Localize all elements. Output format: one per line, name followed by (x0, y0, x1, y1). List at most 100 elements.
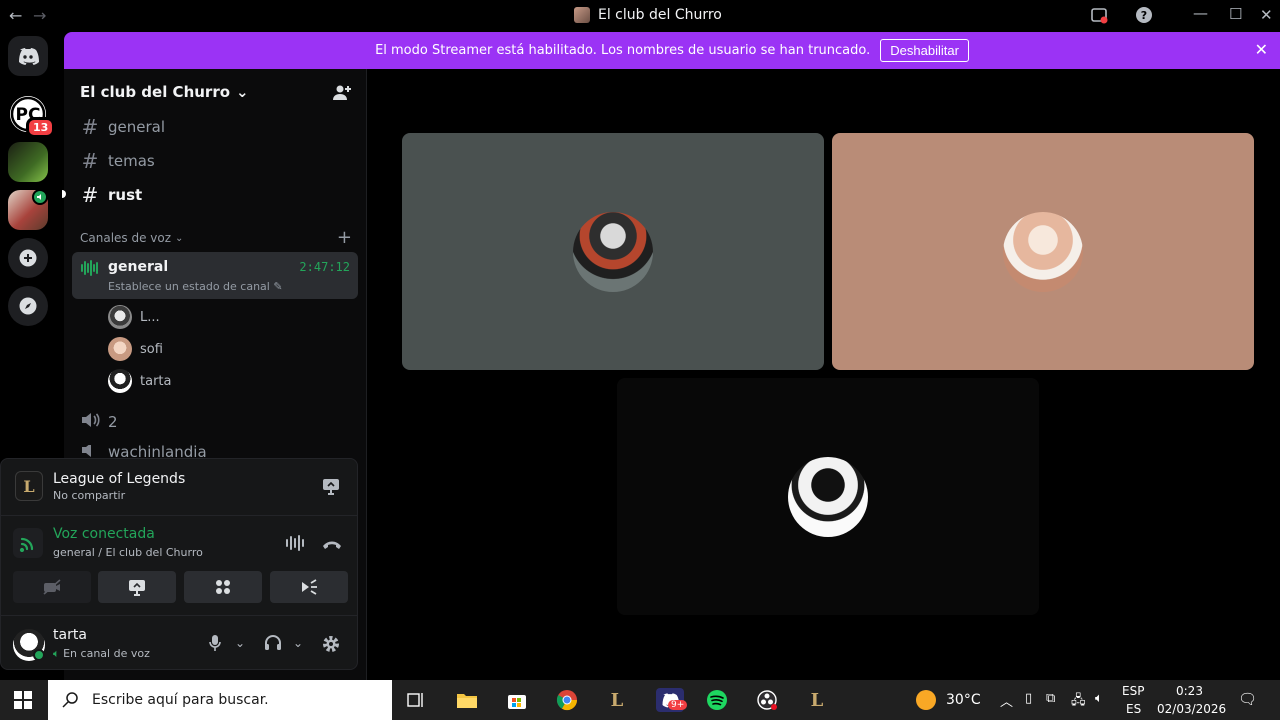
disable-streamer-button[interactable]: Deshabilitar (880, 39, 969, 62)
share-screen-button[interactable] (98, 571, 176, 603)
hashtag-icon: # (81, 183, 99, 207)
avatar (573, 211, 653, 292)
task-view-icon[interactable] (404, 688, 428, 712)
voice-user-name: L... (140, 309, 160, 325)
network-icon[interactable]: 🖧︎ (1071, 691, 1086, 713)
chevron-down-icon: ⌄ (175, 232, 184, 244)
voice-channel-general[interactable]: general 2:47:12 Establece un estado de c… (72, 252, 358, 299)
search-icon (62, 692, 78, 708)
mic-options-chevron-icon[interactable]: ⌄ (235, 636, 245, 650)
language-top[interactable]: ESP (1122, 684, 1144, 698)
channel-label: temas (108, 152, 155, 170)
channel-rust[interactable]: # rust (80, 183, 143, 207)
voice-user-name: sofi (140, 341, 163, 357)
activity-title: League of Legends (53, 471, 186, 487)
add-voice-channel-icon[interactable]: + (337, 227, 352, 248)
server-unread-badge: 13 (26, 117, 56, 138)
soundboard-button[interactable] (270, 571, 348, 603)
activity-share-status: No compartir (53, 489, 126, 502)
activities-button[interactable] (184, 571, 262, 603)
participant-tile[interactable] (402, 133, 824, 370)
title-bar: ← → El club del Churro ? — ☐ ✕ (0, 0, 1280, 32)
add-server-icon[interactable] (8, 238, 48, 278)
channel-label: general (108, 118, 166, 136)
set-channel-status[interactable]: Establece un estado de canal ✎ (108, 280, 283, 293)
usb-icon[interactable]: ▯ (1025, 691, 1032, 706)
guild-name: El club del Churro (80, 83, 231, 101)
voice-activity-icon (80, 260, 100, 280)
explore-icon[interactable] (8, 286, 48, 326)
clock-date[interactable]: 02/03/2026 (1157, 702, 1226, 716)
participant-tile[interactable] (832, 133, 1254, 370)
noise-suppression-icon[interactable] (285, 534, 305, 556)
participant-tile[interactable] (617, 378, 1039, 615)
user-name[interactable]: tarta (53, 627, 87, 643)
back-arrow-icon[interactable]: ← (9, 6, 22, 25)
channel-status-text: Establece un estado de canal (108, 280, 270, 293)
league-game-icon[interactable]: L (805, 688, 829, 712)
voice-stage (368, 69, 1280, 680)
connection-signal-icon[interactable] (13, 528, 43, 558)
chevron-down-icon: ⌄ (236, 83, 249, 101)
category-label: Canales de voz (80, 231, 172, 245)
share-screen-icon[interactable] (321, 477, 341, 499)
voice-speaker-icon (32, 189, 48, 205)
tray-overflow-chevron-icon[interactable]: ︿ (1000, 691, 1013, 710)
microphone-icon[interactable] (207, 634, 223, 655)
file-explorer-icon[interactable] (455, 688, 479, 712)
volume-icon[interactable]: 🔈︎ (1095, 691, 1103, 706)
voice-user[interactable]: sofi (108, 337, 163, 361)
camera-off-button[interactable] (13, 571, 91, 603)
avatar (1003, 211, 1083, 292)
spotify-icon[interactable] (705, 688, 729, 712)
search-placeholder: Escribe aquí para buscar. (92, 692, 269, 708)
voice-user[interactable]: L... (108, 305, 160, 329)
avatar (108, 369, 132, 393)
invite-people-icon[interactable] (332, 83, 352, 107)
weather-sun-icon[interactable] (916, 690, 936, 710)
close-window-icon[interactable]: ✕ (1260, 6, 1273, 24)
obs-icon[interactable] (755, 688, 779, 712)
channel-label: rust (108, 186, 143, 204)
discord-badge: 9+ (668, 700, 688, 710)
inbox-icon[interactable] (1090, 6, 1108, 28)
screen-capture-icon[interactable]: ⧉ (1046, 691, 1055, 706)
voice-channel-name: general (108, 259, 169, 275)
help-icon[interactable]: ? (1135, 6, 1153, 28)
maximize-icon[interactable]: ☐ (1229, 5, 1242, 23)
server-green[interactable] (8, 142, 48, 182)
voice-channel-wachinlandia[interactable]: wachinlandia (80, 445, 207, 459)
clock-time[interactable]: 0:23 (1176, 684, 1203, 698)
guild-header[interactable]: El club del Churro ⌄ (80, 83, 249, 101)
disconnect-icon[interactable] (321, 536, 343, 555)
channel-temas[interactable]: # temas (80, 149, 155, 173)
notifications-icon[interactable]: 🗨︎ (1238, 690, 1257, 708)
language-bottom[interactable]: ES (1126, 702, 1141, 716)
audio-options-chevron-icon[interactable]: ⌄ (293, 636, 303, 650)
minimize-icon[interactable]: — (1193, 4, 1208, 22)
channel-general[interactable]: # general (80, 115, 165, 139)
pencil-icon: ✎ (273, 280, 283, 293)
temperature[interactable]: 30°C (946, 692, 981, 708)
hashtag-icon: # (81, 149, 99, 173)
channel-label: 2 (108, 413, 118, 431)
gear-icon[interactable] (321, 634, 341, 657)
user-status-text: En canal de voz (63, 647, 150, 660)
microsoft-store-icon[interactable] (505, 688, 529, 712)
voice-category-header[interactable]: Canales de voz ⌄ (80, 231, 183, 245)
discord-home-icon[interactable] (8, 36, 48, 76)
league-client-icon[interactable]: L (605, 688, 629, 712)
windows-start-icon[interactable] (14, 691, 32, 713)
voice-connected-label[interactable]: Voz conectada (53, 526, 155, 542)
banner-message: El modo Streamer está habilitado. Los no… (375, 43, 871, 58)
close-banner-icon[interactable]: ✕ (1255, 40, 1268, 59)
chrome-icon[interactable] (555, 688, 579, 712)
voice-location[interactable]: general / El club del Churro (53, 546, 203, 559)
taskbar-search[interactable]: Escribe aquí para buscar. (48, 680, 392, 720)
headphones-icon[interactable] (264, 634, 282, 655)
forward-arrow-icon[interactable]: → (33, 6, 46, 25)
user-status: 🔈︎ En canal de voz (53, 647, 150, 661)
voice-channel-2[interactable]: 2 (80, 411, 118, 433)
voice-user[interactable]: tarta (108, 369, 171, 393)
user-panel: L League of Legends No compartir Voz con… (0, 458, 358, 670)
